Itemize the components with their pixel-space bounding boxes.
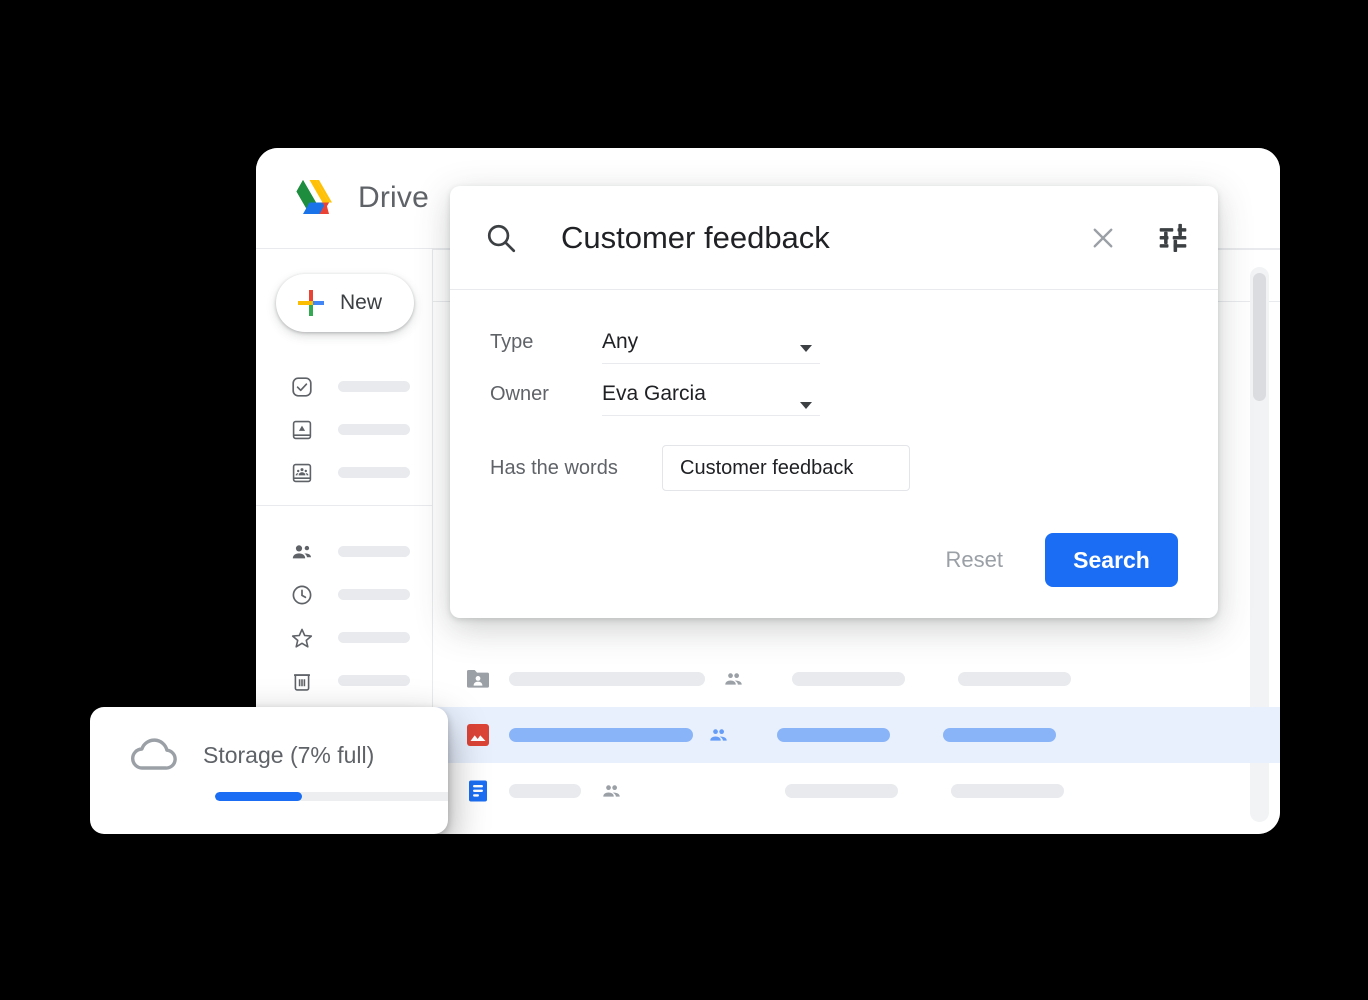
shared-folder-icon <box>465 666 491 692</box>
sidebar-item-shared-with-me[interactable] <box>256 530 432 573</box>
close-x-icon[interactable] <box>1088 223 1118 253</box>
vertical-scrollbar-thumb[interactable] <box>1253 273 1266 401</box>
search-input[interactable]: Customer feedback <box>561 220 1088 256</box>
sidebar-item-priority[interactable] <box>256 365 432 408</box>
brand-label: Drive <box>358 181 430 214</box>
people-icon <box>708 725 729 746</box>
owner-select[interactable]: Eva Garcia <box>602 372 820 416</box>
chevron-down-icon <box>800 345 812 352</box>
sidebar-item-label-placeholder <box>338 589 410 600</box>
type-label: Type <box>490 330 534 353</box>
type-field-row: Type Any <box>450 320 1218 364</box>
table-row[interactable] <box>433 651 1280 707</box>
sidebar-group-primary <box>256 365 432 494</box>
cloud-icon <box>128 735 184 775</box>
google-docs-icon <box>465 778 491 804</box>
search-icon[interactable] <box>484 221 518 255</box>
image-file-icon <box>465 722 491 748</box>
file-meta-placeholder <box>792 672 905 686</box>
has-words-field-row: Has the words Customer feedback <box>450 445 1218 491</box>
owner-select-value: Eva Garcia <box>602 381 706 405</box>
sidebar-item-label-placeholder <box>338 675 410 686</box>
dialog-actions: Reset Search <box>930 533 1178 587</box>
sidebar-item-label-placeholder <box>338 546 410 557</box>
new-button-label: New <box>340 291 383 314</box>
file-list <box>433 651 1280 819</box>
file-name-placeholder <box>509 672 705 686</box>
owner-label: Owner <box>490 382 549 405</box>
people-shared-icon <box>290 540 314 564</box>
file-name-placeholder <box>509 784 581 798</box>
new-button[interactable]: New <box>276 274 414 332</box>
sidebar-item-my-drive[interactable] <box>256 408 432 451</box>
chevron-down-icon <box>800 402 812 409</box>
screenshot-stage: Drive New Customer feedback Type Any Own… <box>0 0 1368 1000</box>
check-circle-icon <box>290 375 314 399</box>
sidebar-item-label-placeholder <box>338 632 410 643</box>
storage-progress-fill <box>215 792 302 801</box>
trash-icon <box>290 669 314 693</box>
sidebar-item-trash[interactable] <box>256 659 432 702</box>
type-select[interactable]: Any <box>602 320 820 364</box>
table-row[interactable] <box>433 763 1280 819</box>
sidebar-item-recent[interactable] <box>256 573 432 616</box>
sidebar-item-starred[interactable] <box>256 616 432 659</box>
file-meta-placeholder <box>777 728 890 742</box>
google-drive-logo-icon <box>294 178 338 218</box>
search-bar: Customer feedback <box>450 186 1218 290</box>
sidebar-group-secondary <box>256 530 432 702</box>
advanced-search-dialog: Customer feedback Type Any Owner Eva Gar… <box>450 186 1218 618</box>
sidebar-item-label-placeholder <box>338 424 410 435</box>
reset-button[interactable]: Reset <box>930 537 1019 583</box>
sidebar-item-shared-drives[interactable] <box>256 451 432 494</box>
sidebar-item-label-placeholder <box>338 467 410 478</box>
shared-drives-icon <box>290 461 314 485</box>
search-button[interactable]: Search <box>1045 533 1178 587</box>
sidebar-item-label-placeholder <box>338 381 410 392</box>
file-name-placeholder <box>509 728 693 742</box>
has-words-label: Has the words <box>490 456 618 479</box>
tune-filter-icon[interactable] <box>1156 221 1190 255</box>
search-filters-form: Type Any Owner Eva Garcia Has the words … <box>450 290 1218 617</box>
file-meta-placeholder <box>958 672 1071 686</box>
sidebar-divider <box>256 505 433 506</box>
storage-label: Storage (7% full) <box>203 741 375 768</box>
clock-recent-icon <box>290 583 314 607</box>
storage-header: Storage (7% full) <box>90 707 448 775</box>
has-words-input[interactable]: Customer feedback <box>662 445 910 491</box>
type-select-value: Any <box>602 329 639 353</box>
owner-field-row: Owner Eva Garcia <box>450 372 1218 416</box>
storage-progress-track <box>215 792 448 801</box>
people-icon <box>723 669 744 690</box>
my-drive-box-icon <box>290 418 314 442</box>
star-icon <box>290 626 314 650</box>
plus-multicolor-icon <box>298 290 324 316</box>
file-meta-placeholder <box>951 784 1064 798</box>
storage-card[interactable]: Storage (7% full) <box>90 707 448 834</box>
file-meta-placeholder <box>943 728 1056 742</box>
people-icon <box>601 781 622 802</box>
table-row[interactable] <box>433 707 1280 763</box>
file-meta-placeholder <box>785 784 898 798</box>
